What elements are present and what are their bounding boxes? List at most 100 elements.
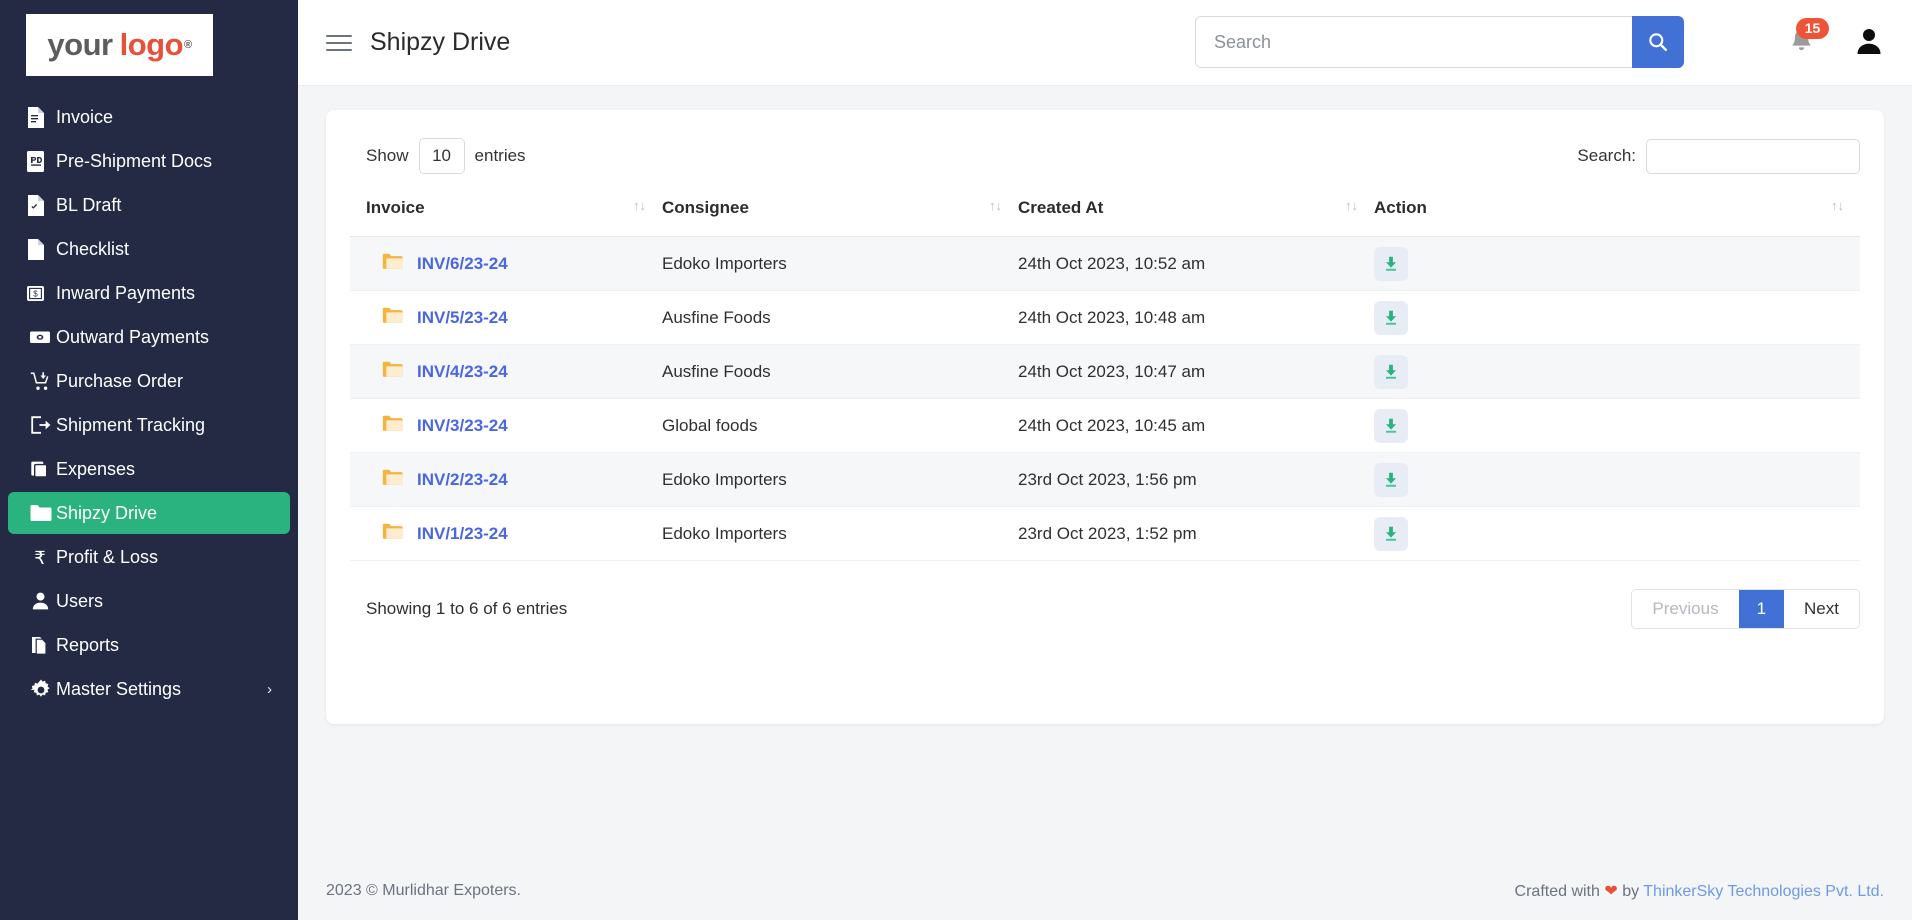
column-header-invoice[interactable]: Invoice ↑↓ — [350, 188, 662, 237]
hamburger-menu-icon[interactable] — [326, 30, 352, 56]
download-icon — [1386, 256, 1396, 271]
sidebar-item-label: Pre-Shipment Docs — [56, 150, 213, 171]
document-icon — [26, 106, 56, 128]
sort-icon[interactable]: ↑↓ — [1345, 199, 1358, 212]
cell-action — [1374, 344, 1860, 399]
sidebar-item-reports[interactable]: Reports — [8, 624, 290, 666]
sidebar-item-profit-loss[interactable]: ₹ Profit & Loss — [8, 536, 290, 578]
download-button[interactable] — [1374, 300, 1408, 335]
download-icon — [1386, 364, 1396, 379]
pdf-file-icon — [26, 150, 56, 172]
invoice-link[interactable]: INV/5/23-24 — [417, 308, 508, 328]
copyright-text: 2023 © Murlidhar Expoters. — [326, 882, 521, 899]
table-row: INV/1/23-24 Edoko Importers 23rd Oct 2023,… — [350, 506, 1860, 561]
column-header-action[interactable]: Action ↑↓ — [1374, 188, 1860, 237]
download-button[interactable] — [1374, 462, 1408, 497]
sidebar-item-label: BL Draft — [56, 194, 122, 215]
notification-badge: 15 — [1796, 18, 1829, 39]
heart-icon: ❤ — [1604, 883, 1618, 900]
table-toolbar: Show entries Search: — [350, 132, 1860, 188]
page-footer: 2023 © Murlidhar Expoters. Crafted with … — [298, 862, 1912, 920]
sidebar-item-purchase-order[interactable]: Purchase Order — [8, 360, 290, 402]
table-search-label: Search: — [1577, 146, 1636, 165]
invoice-link[interactable]: INV/2/23-24 — [417, 470, 508, 490]
sidebar: your logo ® Invoice Pre-Shipment Docs BL… — [0, 0, 298, 920]
user-profile-button[interactable] — [1854, 26, 1884, 61]
download-button[interactable] — [1374, 354, 1408, 389]
table-row: INV/5/23-24 Ausfine Foods 24th Oct 2023, 1… — [350, 290, 1860, 345]
sidebar-item-shipment-tracking[interactable]: Shipment Tracking — [8, 404, 290, 446]
cell-created-at: 23rd Oct 2023, 1:56 pm — [1018, 452, 1374, 507]
notifications-button[interactable]: 15 — [1788, 18, 1829, 59]
entries-label: entries — [474, 146, 526, 165]
cell-consignee: Ausfine Foods — [662, 344, 1018, 399]
sidebar-item-outward-payments[interactable]: Outward Payments — [8, 316, 290, 358]
column-label: Invoice — [366, 198, 425, 217]
folder-icon — [382, 253, 403, 275]
sidebar-item-label: Reports — [56, 634, 120, 655]
folder-icon — [382, 415, 403, 437]
cell-invoice: INV/6/23-24 — [350, 236, 662, 291]
download-icon — [1386, 472, 1396, 487]
sidebar-item-label: Users — [56, 590, 104, 611]
document-check-icon — [26, 194, 56, 216]
logo-wrapper: your logo ® — [0, 0, 298, 86]
folder-icon — [30, 505, 52, 521]
page-length-input[interactable] — [418, 138, 465, 174]
invoice-link[interactable]: INV/3/23-24 — [417, 416, 508, 436]
pagination-next[interactable]: Next — [1784, 590, 1859, 628]
cell-action — [1374, 290, 1860, 345]
sidebar-item-label: Expenses — [56, 458, 136, 479]
sort-icon[interactable]: ↑↓ — [633, 199, 646, 212]
brand-logo[interactable]: your logo ® — [26, 14, 213, 76]
table-search-control: Search: — [1577, 138, 1860, 174]
global-search — [1195, 16, 1684, 68]
company-link[interactable]: ThinkerSky Technologies Pvt. Ltd. — [1643, 883, 1884, 900]
sidebar-item-pre-shipment-docs[interactable]: Pre-Shipment Docs — [8, 140, 290, 182]
sort-icon[interactable]: ↑↓ — [989, 199, 1002, 212]
search-submit-button[interactable] — [1632, 16, 1684, 68]
sidebar-item-label: Master Settings — [56, 678, 182, 699]
sidebar-item-bl-draft[interactable]: BL Draft — [8, 184, 290, 226]
search-input[interactable] — [1195, 16, 1632, 68]
download-icon — [1386, 310, 1396, 325]
cell-invoice: INV/1/23-24 — [350, 506, 662, 561]
invoice-link[interactable]: INV/4/23-24 — [417, 362, 508, 382]
table-row: INV/4/23-24 Ausfine Foods 24th Oct 2023, 1… — [350, 344, 1860, 399]
sort-icon[interactable]: ↑↓ — [1831, 199, 1844, 212]
invoice-link[interactable]: INV/1/23-24 — [417, 524, 508, 544]
sidebar-item-inward-payments[interactable]: $ Inward Payments — [8, 272, 290, 314]
sidebar-item-label: Invoice — [56, 106, 114, 127]
cell-consignee: Edoko Importers — [662, 506, 1018, 561]
pagination-previous[interactable]: Previous — [1632, 590, 1739, 628]
column-label: Consignee — [662, 198, 749, 217]
sidebar-item-checklist[interactable]: Checklist — [8, 228, 290, 270]
pagination-page-1[interactable]: 1 — [1738, 590, 1785, 628]
page-length-control: Show entries — [350, 138, 526, 174]
table-footer: Showing 1 to 6 of 6 entries Previous 1 N… — [350, 561, 1860, 629]
folder-icon — [382, 469, 403, 491]
sidebar-item-master-settings[interactable]: Master Settings › — [8, 668, 290, 710]
pagination: Previous 1 Next — [1631, 589, 1860, 629]
table-row: INV/6/23-24 Edoko Importers 24th Oct 2023,… — [350, 236, 1860, 291]
top-right-actions: 15 — [1788, 0, 1884, 86]
logo-registered-mark: ® — [184, 39, 192, 51]
table-search-input[interactable] — [1646, 138, 1860, 174]
blank-page-icon — [26, 238, 56, 260]
download-button[interactable] — [1374, 408, 1408, 443]
sidebar-item-invoice[interactable]: Invoice — [8, 96, 290, 138]
column-label: Action — [1374, 198, 1427, 217]
sidebar-item-expenses[interactable]: Expenses — [8, 448, 290, 490]
cell-created-at: 24th Oct 2023, 10:52 am — [1018, 236, 1374, 291]
cell-consignee: Edoko Importers — [662, 236, 1018, 291]
invoice-link[interactable]: INV/6/23-24 — [417, 254, 508, 274]
sidebar-item-users[interactable]: Users — [8, 580, 290, 622]
download-button[interactable] — [1374, 516, 1408, 551]
download-button[interactable] — [1374, 246, 1408, 281]
sidebar-item-label: Checklist — [56, 238, 130, 259]
sidebar-item-shipzy-drive[interactable]: Shipzy Drive — [8, 492, 290, 534]
layers-icon — [31, 461, 48, 478]
column-header-consignee[interactable]: Consignee ↑↓ — [662, 188, 1018, 237]
column-header-created-at[interactable]: Created At ↑↓ — [1018, 188, 1374, 237]
svg-text:$: $ — [33, 289, 38, 298]
